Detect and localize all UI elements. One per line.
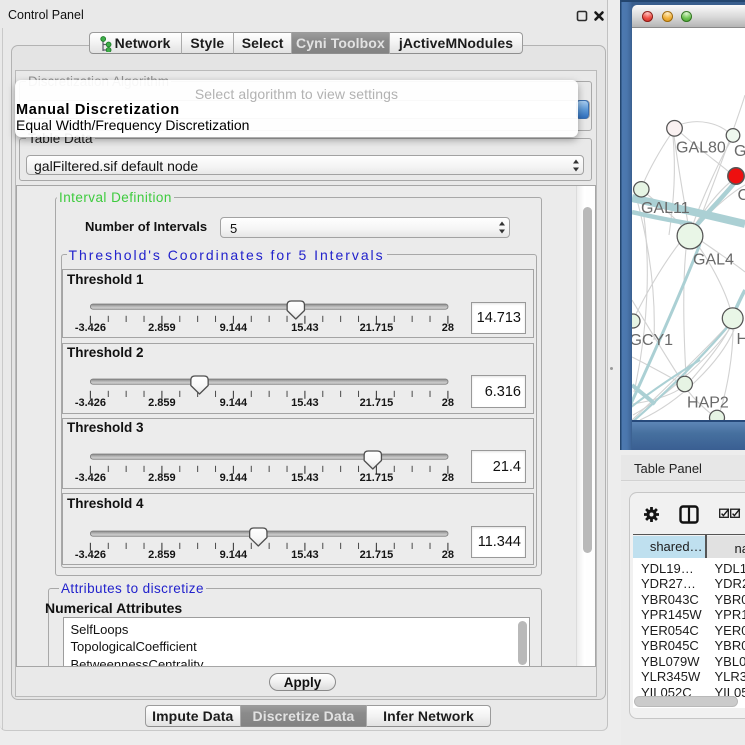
svg-text:2.859: 2.859 (148, 322, 176, 334)
svg-text:15.43: 15.43 (291, 397, 319, 409)
svg-text:-3.426: -3.426 (75, 322, 106, 334)
svg-text:21.715: 21.715 (360, 549, 394, 561)
svg-text:2.859: 2.859 (148, 549, 176, 561)
svg-text:9.144: 9.144 (220, 549, 248, 561)
svg-text:21.715: 21.715 (360, 322, 394, 334)
svg-text:GA: GA (734, 143, 745, 160)
svg-text:2.859: 2.859 (148, 472, 176, 484)
svg-text:28: 28 (442, 549, 454, 561)
svg-text:28: 28 (442, 322, 454, 334)
svg-text:H: H (737, 331, 745, 348)
svg-text:9.144: 9.144 (220, 322, 248, 334)
svg-text:9.144: 9.144 (220, 472, 248, 484)
svg-text:GAL4: GAL4 (693, 252, 734, 269)
svg-text:-3.426: -3.426 (75, 549, 106, 561)
svg-text:28: 28 (442, 472, 454, 484)
svg-text:28: 28 (442, 397, 454, 409)
svg-text:15.43: 15.43 (291, 322, 319, 334)
svg-text:21.715: 21.715 (360, 397, 394, 409)
svg-text:21.715: 21.715 (360, 472, 394, 484)
svg-text:GAL80: GAL80 (676, 140, 726, 157)
svg-text:GCY1: GCY1 (632, 332, 673, 349)
svg-text:15.43: 15.43 (291, 472, 319, 484)
svg-text:9.144: 9.144 (220, 397, 248, 409)
svg-text:15.43: 15.43 (291, 549, 319, 561)
svg-text:-3.426: -3.426 (75, 472, 106, 484)
svg-text:-3.426: -3.426 (75, 397, 106, 409)
svg-text:C: C (738, 187, 745, 204)
svg-text:GAL11: GAL11 (641, 200, 690, 217)
svg-text:2.859: 2.859 (148, 397, 176, 409)
svg-text:HAP2: HAP2 (687, 395, 729, 412)
